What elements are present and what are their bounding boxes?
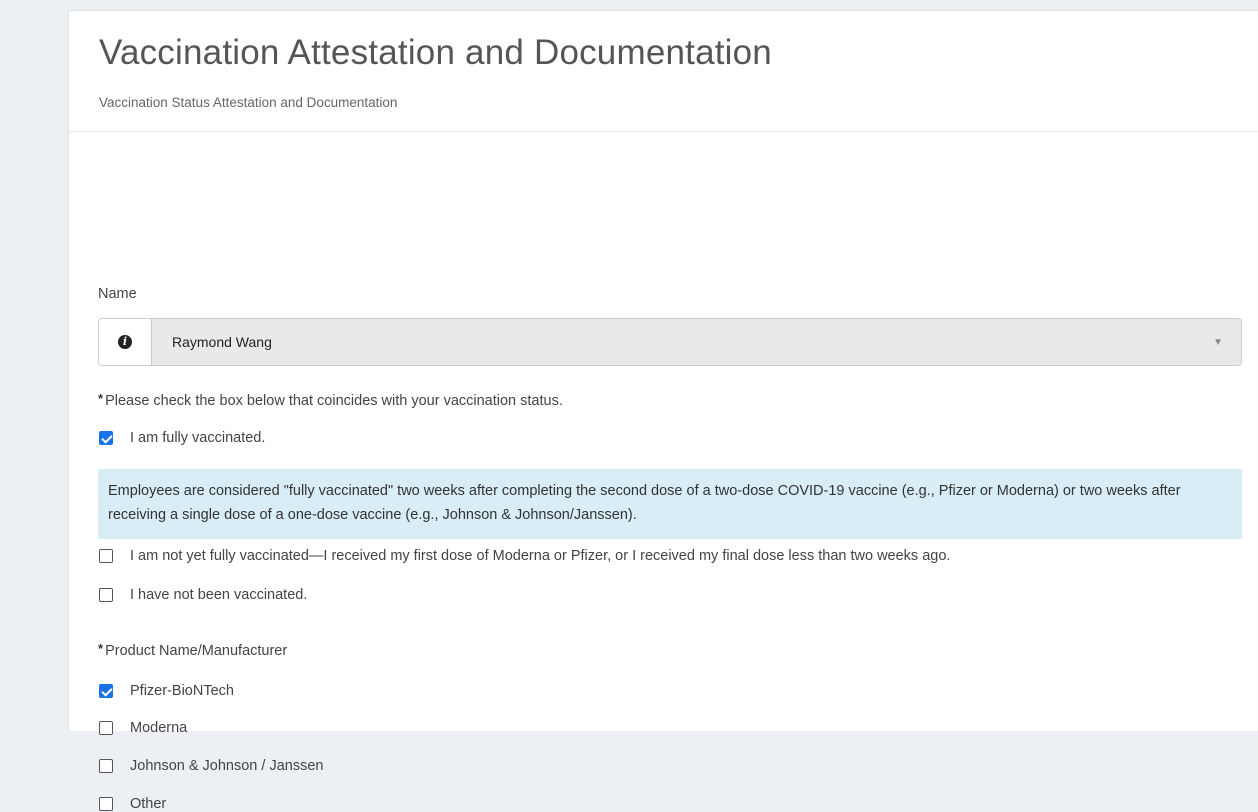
product-option-moderna[interactable]: Moderna bbox=[99, 720, 187, 736]
product-option-label: Johnson & Johnson / Janssen bbox=[130, 758, 324, 774]
checkbox-checked-icon[interactable] bbox=[99, 431, 113, 445]
vaccination-status-label-text: Please check the box below that coincide… bbox=[105, 393, 563, 409]
checkbox-icon[interactable] bbox=[99, 721, 113, 735]
name-field[interactable]: i Raymond Wang ▼ bbox=[98, 318, 1242, 366]
product-option-other[interactable]: Other bbox=[99, 796, 166, 812]
name-select-value: Raymond Wang bbox=[172, 334, 272, 350]
product-label: * Product Name/Manufacturer bbox=[98, 641, 288, 659]
status-option-not-vaccinated[interactable]: I have not been vaccinated. bbox=[99, 587, 307, 603]
checkbox-icon[interactable] bbox=[99, 588, 113, 602]
page-subtitle: Vaccination Status Attestation and Docum… bbox=[99, 95, 398, 110]
product-label-text: Product Name/Manufacturer bbox=[105, 643, 288, 659]
checkbox-icon[interactable] bbox=[99, 797, 113, 811]
name-select[interactable]: Raymond Wang ▼ bbox=[152, 319, 1241, 365]
status-option-not-yet-fully[interactable]: I am not yet fully vaccinated—I received… bbox=[99, 548, 950, 564]
status-option-label: I am fully vaccinated. bbox=[130, 430, 266, 446]
product-option-jnj[interactable]: Johnson & Johnson / Janssen bbox=[99, 758, 323, 774]
name-addon: i bbox=[99, 319, 152, 365]
status-option-label: I have not been vaccinated. bbox=[130, 587, 308, 603]
required-marker: * bbox=[98, 641, 104, 656]
checkbox-checked-icon[interactable] bbox=[99, 684, 113, 698]
product-option-label: Other bbox=[130, 796, 167, 812]
status-option-label: I am not yet fully vaccinated—I received… bbox=[130, 548, 951, 564]
page-title: Vaccination Attestation and Documentatio… bbox=[99, 33, 772, 72]
status-option-fully-vaccinated[interactable]: I am fully vaccinated. bbox=[99, 430, 265, 446]
product-option-pfizer[interactable]: Pfizer-BioNTech bbox=[99, 683, 234, 699]
left-sidebar-strip bbox=[0, 0, 70, 707]
product-option-label: Moderna bbox=[130, 720, 188, 736]
product-option-label: Pfizer-BioNTech bbox=[130, 683, 234, 699]
vaccination-status-label: * Please check the box below that coincid… bbox=[98, 391, 563, 409]
fully-vaccinated-info-box: Employees are considered "fully vaccinat… bbox=[98, 469, 1242, 539]
name-label: Name bbox=[98, 286, 137, 302]
caret-down-icon[interactable]: ▼ bbox=[1213, 337, 1223, 348]
form-card: Vaccination Attestation and Documentatio… bbox=[68, 10, 1258, 812]
card-header: Vaccination Attestation and Documentatio… bbox=[69, 11, 1258, 132]
required-marker: * bbox=[98, 391, 104, 406]
checkbox-icon[interactable] bbox=[99, 549, 113, 563]
checkbox-icon[interactable] bbox=[99, 759, 113, 773]
info-circle-icon: i bbox=[118, 335, 132, 349]
